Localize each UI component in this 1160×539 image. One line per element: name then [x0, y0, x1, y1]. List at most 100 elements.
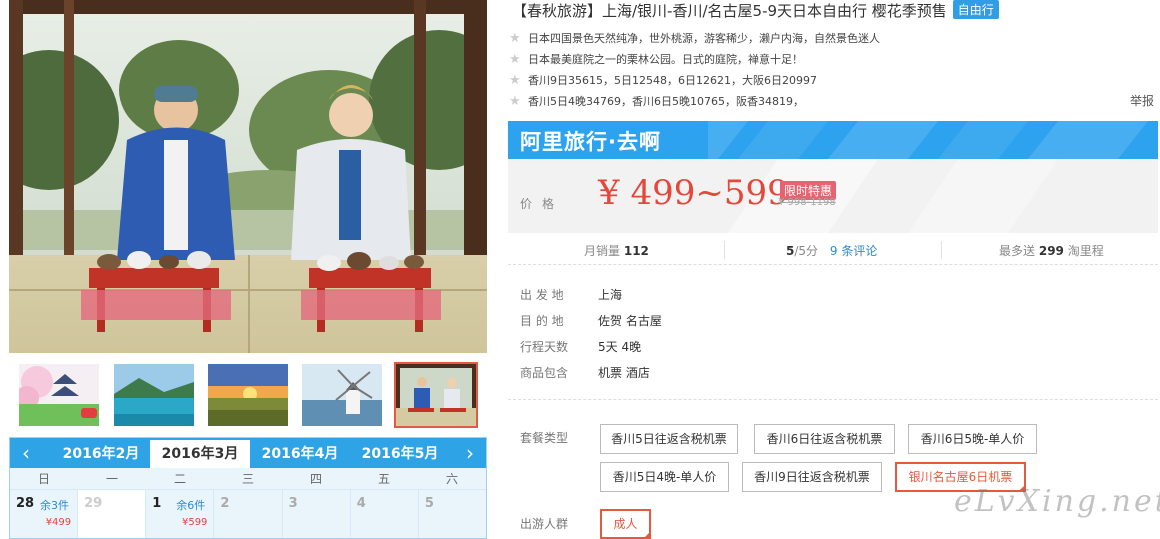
day-number: 1: [152, 496, 162, 511]
banner-stripes: [708, 121, 1148, 159]
price-current: ¥ 499~599: [598, 173, 789, 213]
day-price: ¥499: [45, 517, 72, 528]
property-key: 目 的 地: [520, 314, 564, 328]
weekday-label: 六: [445, 472, 458, 486]
star-icon: ★: [509, 52, 521, 67]
calendar-prev-icon[interactable]: ‹: [14, 442, 38, 464]
rating: 5/5分 9 条评论: [786, 242, 877, 259]
calendar-weekday-row: 日 一 二 三 四 五 六: [10, 468, 486, 490]
report-link[interactable]: 举报: [1130, 91, 1154, 112]
property-row: 出 发 地 上海: [520, 287, 662, 313]
calendar-month-tab[interactable]: 2016年2月: [51, 438, 151, 468]
property-row: 商品包含 机票 酒店: [520, 365, 662, 391]
star-icon: ★: [509, 94, 521, 109]
monthly-sales-label: 月销量: [584, 244, 621, 258]
weekday-label: 五: [377, 472, 390, 486]
calendar-month-tab-active[interactable]: 2016年3月: [150, 440, 250, 468]
rating-suffix: /5分: [794, 244, 819, 258]
weekday-label: 二: [173, 472, 186, 486]
thumbnail-sunset-field[interactable]: [206, 362, 290, 428]
weekday-label: 一: [105, 472, 118, 486]
product-title: 【春秋旅游】上海/银川-香川/名古屋5-9天日本自由行 樱花季预售 自由行: [512, 0, 999, 21]
price-panel: 阿里旅行·去啊 价格 ¥ 499~599 限时特惠 ¥ 998-1198: [508, 121, 1158, 233]
feature-item: ★ 日本最美庭院之一的栗林公园。日式的庭院，禅意十足！: [508, 49, 1158, 70]
feature-item: ★ 香川9日35615，5日12548，6日12621，大阪6日20997: [508, 70, 1158, 91]
travelers-label: 出游人群: [520, 517, 569, 531]
monthly-sales: 月销量 112: [584, 242, 649, 259]
brand-name: 阿里旅行·去啊: [520, 130, 661, 154]
thumbnail-windmill-sea[interactable]: [300, 362, 384, 428]
package-option[interactable]: 香川5日往返含税机票: [600, 424, 738, 454]
feature-text: 香川9日35615，5日12548，6日12621，大阪6日20997: [528, 74, 817, 87]
main-product-photo[interactable]: [9, 0, 487, 353]
calendar-day-cell[interactable]: 29: [78, 490, 147, 538]
product-properties: 出 发 地 上海 目 的 地 佐贺 名古屋 行程天数 5天 4晚 商品包含 机票 酒店: [520, 287, 662, 391]
stats-bar: 月销量 112 5/5分 9 条评论 最多送 299 淘里程: [508, 235, 1158, 265]
property-value: 机票 酒店: [598, 366, 650, 380]
calendar-days-row: 28 余3件 ¥499 29 1 余6件 ¥599 2 3 4 5: [10, 490, 486, 538]
day-number: 5: [424, 496, 434, 511]
weekday-label: 四: [309, 472, 322, 486]
day-number: 3: [288, 496, 298, 511]
thumbnail-castle-sakura[interactable]: [17, 362, 101, 428]
points-value: 299: [1038, 244, 1064, 258]
reviews-link[interactable]: 9 条评论: [830, 244, 877, 258]
section-divider: [508, 399, 1158, 400]
product-title-text: 【春秋旅游】上海/银川-香川/名古屋5-9天日本自由行 樱花季预售: [512, 2, 947, 20]
calendar-day-cell[interactable]: 3: [282, 490, 351, 538]
thumbnail-lake-mountain[interactable]: [112, 362, 196, 428]
points-suffix: 淘里程: [1067, 244, 1104, 258]
day-number: 29: [84, 496, 103, 511]
watermark: eLvXing.net: [954, 484, 1160, 519]
points: 最多送 299 淘里程: [999, 242, 1104, 259]
thumbnail-two-men-tea[interactable]: [394, 362, 478, 428]
day-stock: 余6件: [176, 499, 206, 512]
day-number: 2: [220, 496, 230, 511]
calendar-day-cell[interactable]: 4: [350, 490, 419, 538]
package-option[interactable]: 香川5日4晚-单人价: [600, 462, 729, 492]
package-option[interactable]: 香川9日往返含税机票: [742, 462, 882, 492]
package-type-label: 套餐类型: [520, 431, 569, 445]
feature-text: 日本四国景色天然纯净，世外桃源，游客稀少，濑户内海，自然景色迷人: [528, 32, 880, 45]
thumbnail-strip: [9, 355, 487, 435]
package-option[interactable]: 香川6日5晚-单人价: [908, 424, 1037, 454]
day-number: 28: [16, 496, 35, 511]
star-icon: ★: [509, 31, 521, 46]
weekday-label: 三: [241, 472, 254, 486]
calendar-day-cell[interactable]: 5: [418, 490, 486, 538]
free-travel-badge: 自由行: [952, 0, 999, 19]
feature-item: ★ 日本四国景色天然纯净，世外桃源，游客稀少，濑户内海，自然景色迷人: [508, 28, 1158, 49]
calendar-day-cell[interactable]: 28 余3件 ¥499: [10, 490, 79, 538]
property-key: 出 发 地: [520, 288, 564, 302]
property-value: 上海: [598, 288, 623, 302]
feature-item: ★ 香川5日4晚34769，香川6日5晚10765，阪香34819， 举报: [508, 91, 1158, 112]
calendar-month-tab[interactable]: 2016年4月: [250, 438, 350, 468]
divider: [724, 241, 725, 259]
calendar-header: ‹ 2016年2月 2016年3月 2016年4月 2016年5月 ›: [10, 438, 486, 468]
feature-text: 日本最美庭院之一的栗林公园。日式的庭院，禅意十足！: [528, 53, 803, 66]
monthly-sales-value: 112: [623, 244, 649, 258]
weekday-label: 日: [37, 472, 50, 486]
property-row: 目 的 地 佐贺 名古屋: [520, 313, 662, 339]
property-row: 行程天数 5天 4晚: [520, 339, 662, 365]
property-value: 佐贺 名古屋: [598, 314, 662, 328]
points-prefix: 最多送: [999, 244, 1036, 258]
feature-text: 香川5日4晚34769，香川6日5晚10765，阪香34819，: [528, 95, 804, 108]
calendar-month-tab[interactable]: 2016年5月: [350, 438, 450, 468]
calendar-day-cell[interactable]: 1 余6件 ¥599: [146, 490, 215, 538]
price-original: ¥ 998-1198: [778, 197, 836, 208]
price-label: 价格: [520, 197, 565, 211]
brand-banner: 阿里旅行·去啊: [508, 121, 1158, 159]
package-option[interactable]: 香川6日往返含税机票: [754, 424, 895, 454]
day-number: 4: [356, 496, 366, 511]
calendar-next-icon[interactable]: ›: [458, 442, 482, 464]
property-key: 行程天数: [520, 340, 569, 354]
property-key: 商品包含: [520, 366, 569, 380]
divider: [941, 241, 942, 259]
star-icon: ★: [509, 73, 521, 88]
day-stock: 余3件: [40, 499, 69, 512]
calendar-day-cell[interactable]: 2: [214, 490, 283, 538]
departure-calendar: ‹ 2016年2月 2016年3月 2016年4月 2016年5月 › 日 一 …: [9, 437, 487, 539]
traveler-option-selected[interactable]: 成人: [600, 509, 651, 539]
day-price: ¥599: [181, 517, 208, 528]
